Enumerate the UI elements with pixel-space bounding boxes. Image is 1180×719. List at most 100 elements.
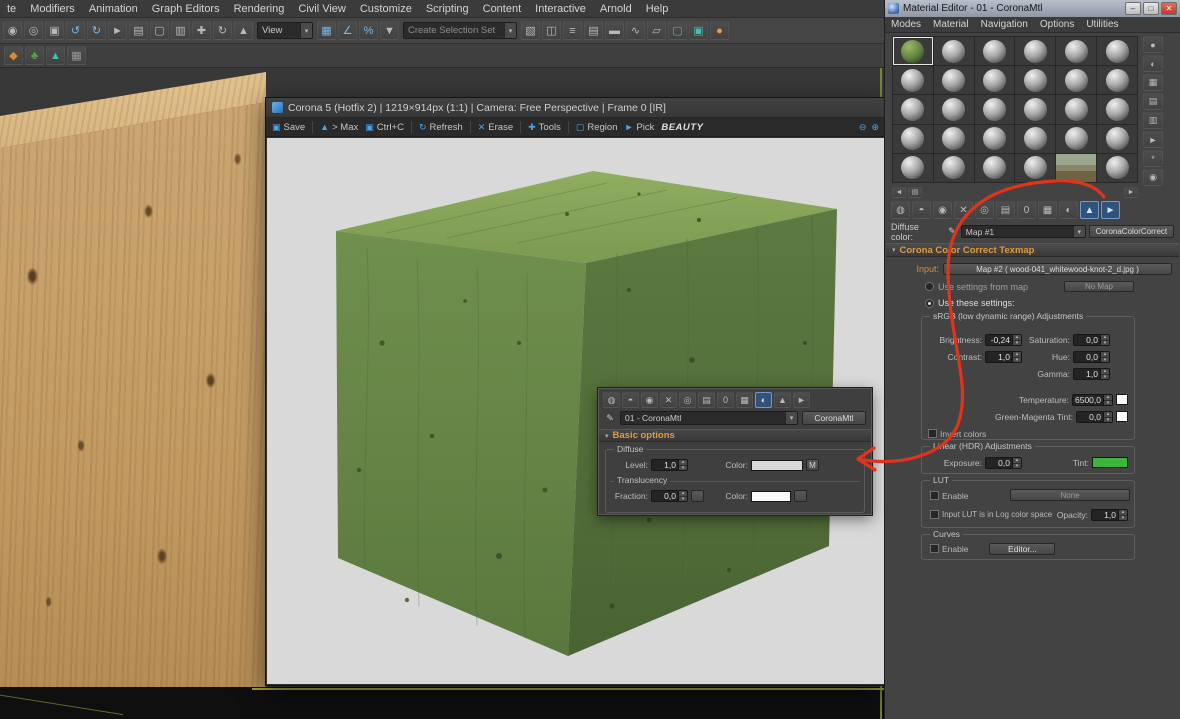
vfb-pick-button[interactable]: ►Pick — [624, 122, 654, 133]
curves-enable-checkbox[interactable] — [930, 544, 939, 553]
make-material-copy-icon[interactable]: ◎ — [679, 392, 696, 408]
show-end-result-icon[interactable]: ◐ — [1059, 201, 1078, 219]
eyedropper-icon[interactable]: ✎ — [946, 226, 958, 237]
sample-slot-21[interactable] — [975, 125, 1015, 153]
get-material-icon[interactable]: ◍ — [891, 201, 910, 219]
sample-slot-4[interactable] — [1015, 37, 1055, 65]
hue-spinner[interactable]: 0,0▴▾ — [1073, 351, 1110, 363]
align-icon[interactable]: ≡ — [563, 21, 582, 40]
menu-material[interactable]: Material — [927, 17, 975, 32]
material-editor-titlebar[interactable]: Material Editor - 01 - CoronaMtl – □ ✕ — [885, 0, 1180, 17]
lut-enable-checkbox[interactable] — [930, 491, 939, 500]
lut-log-checkbox[interactable] — [930, 510, 939, 519]
sample-slot-20[interactable] — [934, 125, 974, 153]
menu-options[interactable]: Options — [1034, 17, 1080, 32]
temperature-swatch[interactable] — [1116, 394, 1128, 405]
sample-slot-22[interactable] — [1015, 125, 1055, 153]
sample-slot-17[interactable] — [1056, 95, 1096, 123]
menu-customize[interactable]: Customize — [353, 0, 419, 17]
menu-navigation[interactable]: Navigation — [975, 17, 1034, 32]
sample-slot-26[interactable] — [934, 154, 974, 182]
assign-material-to-selection-icon[interactable]: ◉ — [933, 201, 952, 219]
schematic-view-icon[interactable]: ▱ — [647, 21, 666, 40]
brightness-spinner[interactable]: -0,24▴▾ — [985, 334, 1022, 346]
sample-slot-27[interactable] — [975, 154, 1015, 182]
sample-slot-3[interactable] — [975, 37, 1015, 65]
temperature-spinner[interactable]: 6500,0▴▾ — [1072, 394, 1113, 406]
sample-slot-28[interactable] — [1015, 154, 1055, 182]
sample-slot-23[interactable] — [1056, 125, 1096, 153]
go-to-parent-icon[interactable]: ▲ — [1080, 201, 1099, 219]
sample-slot-14[interactable] — [934, 95, 974, 123]
menu-rendering[interactable]: Rendering — [227, 0, 292, 17]
vfb-beauty-button[interactable]: BEAUTY — [661, 122, 703, 133]
sample-slot-2[interactable] — [934, 37, 974, 65]
curves-editor-button[interactable]: Editor... — [989, 543, 1055, 555]
slot-scroll-left-icon[interactable]: ◄ — [892, 187, 906, 198]
select-and-link-icon[interactable]: ◉ — [3, 21, 22, 40]
vfb-copy-button[interactable]: ▣Ctrl+C — [365, 122, 404, 133]
sample-type-sphere-icon[interactable]: ● — [1143, 36, 1163, 53]
vfb-region-button[interactable]: ▢Region — [576, 122, 618, 133]
diffuse-map-button[interactable]: M — [806, 459, 819, 471]
invert-colors-checkbox[interactable] — [928, 429, 937, 438]
curve-editor-icon[interactable]: ∿ — [626, 21, 645, 40]
vfb-erase-button[interactable]: ✕Erase — [478, 122, 513, 133]
sample-slot-9[interactable] — [975, 66, 1015, 94]
menu-utilities[interactable]: Utilities — [1080, 17, 1124, 32]
mirror-icon[interactable]: ◫ — [542, 21, 561, 40]
select-and-rotate-icon[interactable]: ↻ — [213, 21, 232, 40]
menu-scripting[interactable]: Scripting — [419, 0, 476, 17]
menu-civil-view[interactable]: Civil View — [291, 0, 352, 17]
rendered-frame-window-icon[interactable]: ▣ — [689, 21, 708, 40]
rectangular-selection-region-icon[interactable]: ▢ — [150, 21, 169, 40]
reference-coordinate-combo[interactable]: View ▾ — [257, 22, 313, 39]
sample-slot-7[interactable] — [893, 66, 933, 94]
sample-slot-11[interactable] — [1056, 66, 1096, 94]
vfb-zoom-out-button[interactable]: ⊖ — [859, 122, 867, 133]
unlink-selection-icon[interactable]: ◎ — [24, 21, 43, 40]
select-and-move-icon[interactable]: ✚ — [192, 21, 211, 40]
menu-modes[interactable]: Modes — [885, 17, 927, 32]
assign-material-to-selection-icon[interactable]: ◉ — [641, 392, 658, 408]
video-color-check-icon[interactable]: ▥ — [1143, 112, 1163, 129]
civil-view-icon[interactable]: ▲ — [46, 46, 65, 65]
lut-file-button[interactable]: None — [1010, 489, 1130, 501]
material-id-channel-icon[interactable]: 0 — [717, 392, 734, 408]
contrast-spinner[interactable]: 1,0▴▾ — [985, 351, 1022, 363]
fraction-spinner[interactable]: 0,0▴▾ — [651, 490, 688, 502]
show-map-in-viewport-icon[interactable]: ▦ — [1038, 201, 1057, 219]
select-object-icon[interactable]: ► — [108, 21, 127, 40]
sample-slot-1[interactable] — [893, 37, 933, 65]
menu-te[interactable]: te — [0, 0, 23, 17]
percent-snap-icon[interactable]: % — [359, 21, 378, 40]
input-map-button[interactable]: Map #2 ( wood-041_whitewood-knot-2_d.jpg… — [943, 263, 1172, 275]
spinner-snap-icon[interactable]: ▼ — [380, 21, 399, 40]
show-map-in-viewport-icon[interactable]: ▦ — [736, 392, 753, 408]
green-magenta-swatch[interactable] — [1116, 411, 1128, 422]
diffuse-color-swatch[interactable] — [751, 460, 803, 471]
maximize-button[interactable]: □ — [1143, 2, 1159, 15]
go-forward-to-sibling-icon[interactable]: ► — [1101, 201, 1120, 219]
green-magenta-spinner[interactable]: 0,0▴▾ — [1076, 411, 1113, 423]
rename-material-icon[interactable]: ✎ — [604, 413, 616, 424]
put-to-library-icon[interactable]: ▤ — [698, 392, 715, 408]
menu-interactive[interactable]: Interactive — [528, 0, 593, 17]
translucency-map-button[interactable] — [794, 490, 807, 502]
no-map-button[interactable]: No Map — [1064, 281, 1134, 292]
material-id-channel-icon[interactable]: 0 — [1017, 201, 1036, 219]
exposure-spinner[interactable]: 0,0▴▾ — [985, 457, 1022, 469]
put-to-library-icon[interactable]: ▤ — [996, 201, 1015, 219]
tint-swatch[interactable] — [1092, 457, 1128, 468]
get-material-icon[interactable]: ◍ — [603, 392, 620, 408]
vfb-save-button[interactable]: ▣Save — [272, 122, 305, 133]
sample-uv-tiling-icon[interactable]: ▤ — [1143, 93, 1163, 110]
menu-help[interactable]: Help — [639, 0, 676, 17]
go-forward-to-sibling-icon[interactable]: ► — [793, 392, 810, 408]
vfb-refresh-button[interactable]: ↻Refresh — [419, 122, 463, 133]
backlight-icon[interactable]: ◐ — [1143, 55, 1163, 72]
select-by-material-icon[interactable]: ◉ — [1143, 169, 1163, 186]
state-sets-icon[interactable]: ◆ — [4, 46, 23, 65]
snaps-toggle-icon[interactable]: ▦ — [317, 21, 336, 40]
selection-set-field[interactable]: Create Selection Set ▾ — [403, 22, 517, 39]
